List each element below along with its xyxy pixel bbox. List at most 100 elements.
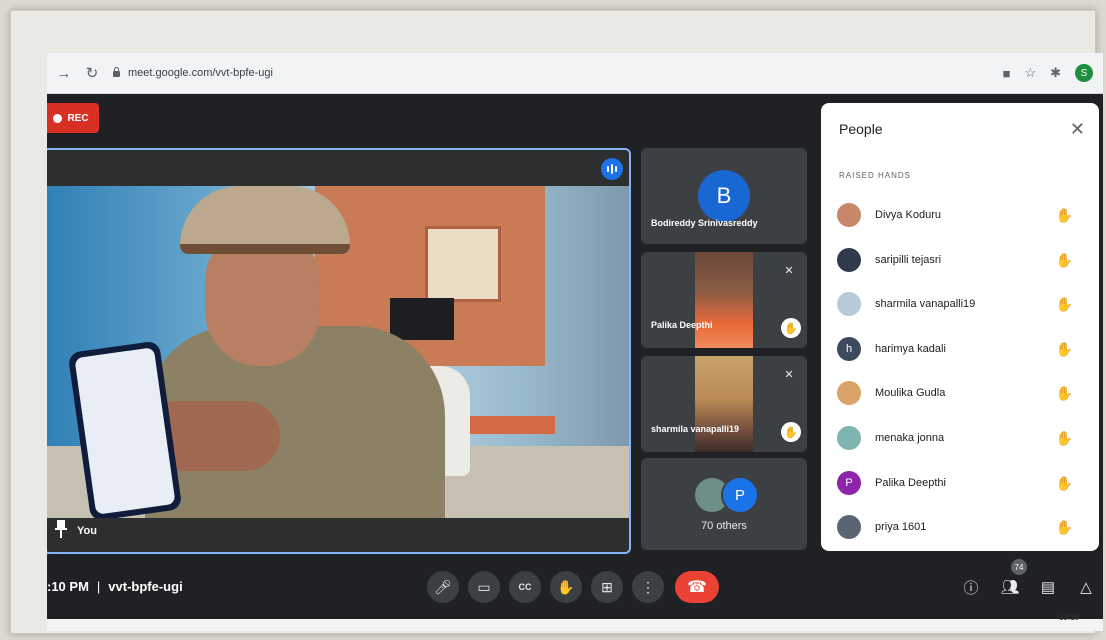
others-avatar-letter: P bbox=[721, 476, 759, 514]
raised-hand-icon[interactable]: ✋ bbox=[1056, 207, 1073, 224]
background-window bbox=[425, 226, 501, 302]
record-dot-icon bbox=[53, 113, 63, 123]
avatar bbox=[837, 248, 861, 272]
person-name: Divya Koduru bbox=[875, 209, 942, 221]
others-tile[interactable]: P 70 others bbox=[641, 458, 807, 550]
list-item[interactable]: sharmila vanapalli19 ✋ bbox=[837, 292, 1087, 316]
os-taskbar: 13:10 bbox=[47, 613, 1103, 631]
raised-hand-icon: ✋ bbox=[781, 422, 801, 442]
speaking-indicator-icon bbox=[601, 158, 623, 180]
avatar bbox=[837, 426, 861, 450]
participant-tile-sharmila[interactable]: ✕ sharmila vanapalli19 ✋ bbox=[641, 356, 807, 452]
main-video-tile[interactable]: You bbox=[47, 148, 631, 554]
microphone-button[interactable]: 🎤︎ bbox=[427, 571, 459, 603]
list-item[interactable]: menaka jonna ✋ bbox=[837, 426, 1087, 450]
more-options-button[interactable]: ⋮ bbox=[632, 571, 664, 603]
recording-label: REC bbox=[67, 112, 89, 124]
recording-badge: REC bbox=[47, 103, 99, 133]
raised-hand-icon: ✋ bbox=[781, 318, 801, 338]
reload-icon[interactable]: ↻ bbox=[81, 62, 103, 84]
camera-button[interactable]: ▭ bbox=[468, 571, 500, 603]
meeting-info: :10 PM | vvt-bpfe-ugi bbox=[47, 579, 183, 594]
microphone-icon: 🎤︎ bbox=[434, 578, 452, 595]
participant-video-feed bbox=[695, 356, 753, 452]
present-button[interactable]: ⊞ bbox=[591, 571, 623, 603]
person-name: harimya kadali bbox=[875, 343, 946, 355]
address-bar[interactable]: meet.google.com/vvt-bpfe-ugi bbox=[113, 67, 273, 79]
meeting-controls-bar: :10 PM | vvt-bpfe-ugi 🎤︎ ▭ CC ✋ ⊞ ⋮ ☎ ⓘ 👥︎… bbox=[47, 559, 1103, 619]
captions-icon: CC bbox=[518, 582, 532, 592]
bookmark-star-icon[interactable]: ☆ bbox=[1024, 65, 1036, 81]
mic-off-icon: ✕ bbox=[784, 368, 794, 381]
meeting-time: :10 PM bbox=[47, 579, 89, 594]
info-icon[interactable]: ⓘ bbox=[960, 576, 982, 598]
list-item[interactable]: P Palika Deepthi ✋ bbox=[837, 471, 1087, 495]
participants-count-badge: 74 bbox=[1011, 559, 1027, 575]
participant-tile-palika[interactable]: ✕ Palika Deepthi ✋ bbox=[641, 252, 807, 348]
people-panel: People ✕ RAISED HANDS Divya Koduru ✋ sar… bbox=[821, 103, 1099, 551]
url-text: meet.google.com/vvt-bpfe-ugi bbox=[128, 67, 273, 79]
raised-hands-heading: RAISED HANDS bbox=[839, 171, 912, 180]
list-item[interactable]: h harimya kadali ✋ bbox=[837, 337, 1087, 361]
mic-off-icon: ✕ bbox=[784, 264, 794, 277]
raised-hand-icon[interactable]: ✋ bbox=[1056, 430, 1073, 447]
pin-icon[interactable] bbox=[55, 520, 67, 538]
person-name: saripilli tejasri bbox=[875, 254, 942, 266]
meeting-code: vvt-bpfe-ugi bbox=[108, 579, 183, 594]
others-count-label: 70 others bbox=[701, 520, 747, 532]
person-name: menaka jonna bbox=[875, 432, 945, 444]
profile-avatar[interactable]: S bbox=[1075, 64, 1093, 82]
end-call-button[interactable]: ☎ bbox=[675, 571, 719, 603]
participant-video-feed bbox=[695, 252, 753, 348]
person-name: priya 1601 bbox=[875, 521, 927, 533]
raised-hand-icon[interactable]: ✋ bbox=[1056, 475, 1073, 492]
forward-icon[interactable]: → bbox=[53, 62, 75, 84]
participant-avatar: B bbox=[698, 170, 750, 222]
people-panel-title: People bbox=[839, 121, 883, 137]
phone-screen bbox=[74, 347, 176, 515]
present-screen-icon: ⊞ bbox=[601, 578, 613, 595]
raised-hand-icon[interactable]: ✋ bbox=[1056, 385, 1073, 402]
avatar: P bbox=[837, 471, 861, 495]
more-vert-icon: ⋮ bbox=[641, 578, 655, 595]
list-item[interactable]: Moulika Gudla ✋ bbox=[837, 381, 1087, 405]
person-name: Palika Deepthi bbox=[875, 477, 946, 489]
raise-hand-button[interactable]: ✋ bbox=[550, 571, 582, 603]
meet-screen: → ↻ meet.google.com/vvt-bpfe-ugi ■ ☆ ✱ S… bbox=[47, 53, 1103, 631]
extensions-icon[interactable]: ✱ bbox=[1050, 65, 1061, 81]
participant-name: Bodireddy Srinivasreddy bbox=[651, 218, 758, 228]
camera-icon: ▭ bbox=[477, 578, 491, 595]
taskbar-clock: 13:10 bbox=[1058, 613, 1079, 622]
main-tile-name: You bbox=[77, 525, 97, 537]
participant-name: Palika Deepthi bbox=[651, 320, 713, 330]
captions-button[interactable]: CC bbox=[509, 571, 541, 603]
raised-hand-icon[interactable]: ✋ bbox=[1056, 252, 1073, 269]
raised-hand-icon[interactable]: ✋ bbox=[1056, 296, 1073, 313]
chat-icon[interactable]: ▤ bbox=[1037, 576, 1059, 598]
avatar bbox=[837, 292, 861, 316]
avatar bbox=[837, 203, 861, 227]
avatar bbox=[837, 515, 861, 539]
main-video-feed bbox=[47, 186, 629, 518]
background-monitor bbox=[390, 298, 454, 340]
camera-indicator-icon[interactable]: ■ bbox=[1003, 66, 1011, 81]
presenter-cap bbox=[180, 186, 350, 254]
list-item[interactable]: saripilli tejasri ✋ bbox=[837, 248, 1087, 272]
participant-tile-bodireddy[interactable]: B Bodireddy Srinivasreddy bbox=[641, 148, 807, 244]
phone-hangup-icon: ☎ bbox=[687, 579, 707, 596]
list-item[interactable]: Divya Koduru ✋ bbox=[837, 203, 1087, 227]
activities-icon[interactable]: △ bbox=[1075, 576, 1097, 598]
close-icon[interactable]: ✕ bbox=[1070, 119, 1085, 140]
raised-hand-icon[interactable]: ✋ bbox=[1056, 519, 1073, 536]
hand-icon: ✋ bbox=[557, 578, 575, 595]
participant-name: sharmila vanapalli19 bbox=[651, 424, 740, 434]
photo-frame: → ↻ meet.google.com/vvt-bpfe-ugi ■ ☆ ✱ S… bbox=[10, 10, 1103, 634]
browser-toolbar: → ↻ meet.google.com/vvt-bpfe-ugi ■ ☆ ✱ S bbox=[47, 53, 1103, 94]
avatar: h bbox=[837, 337, 861, 361]
person-name: Moulika Gudla bbox=[875, 387, 946, 399]
person-name: sharmila vanapalli19 bbox=[875, 298, 976, 310]
avatar bbox=[837, 381, 861, 405]
people-icon[interactable]: 👥︎ bbox=[999, 576, 1021, 598]
raised-hand-icon[interactable]: ✋ bbox=[1056, 341, 1073, 358]
list-item[interactable]: priya 1601 ✋ bbox=[837, 515, 1087, 539]
